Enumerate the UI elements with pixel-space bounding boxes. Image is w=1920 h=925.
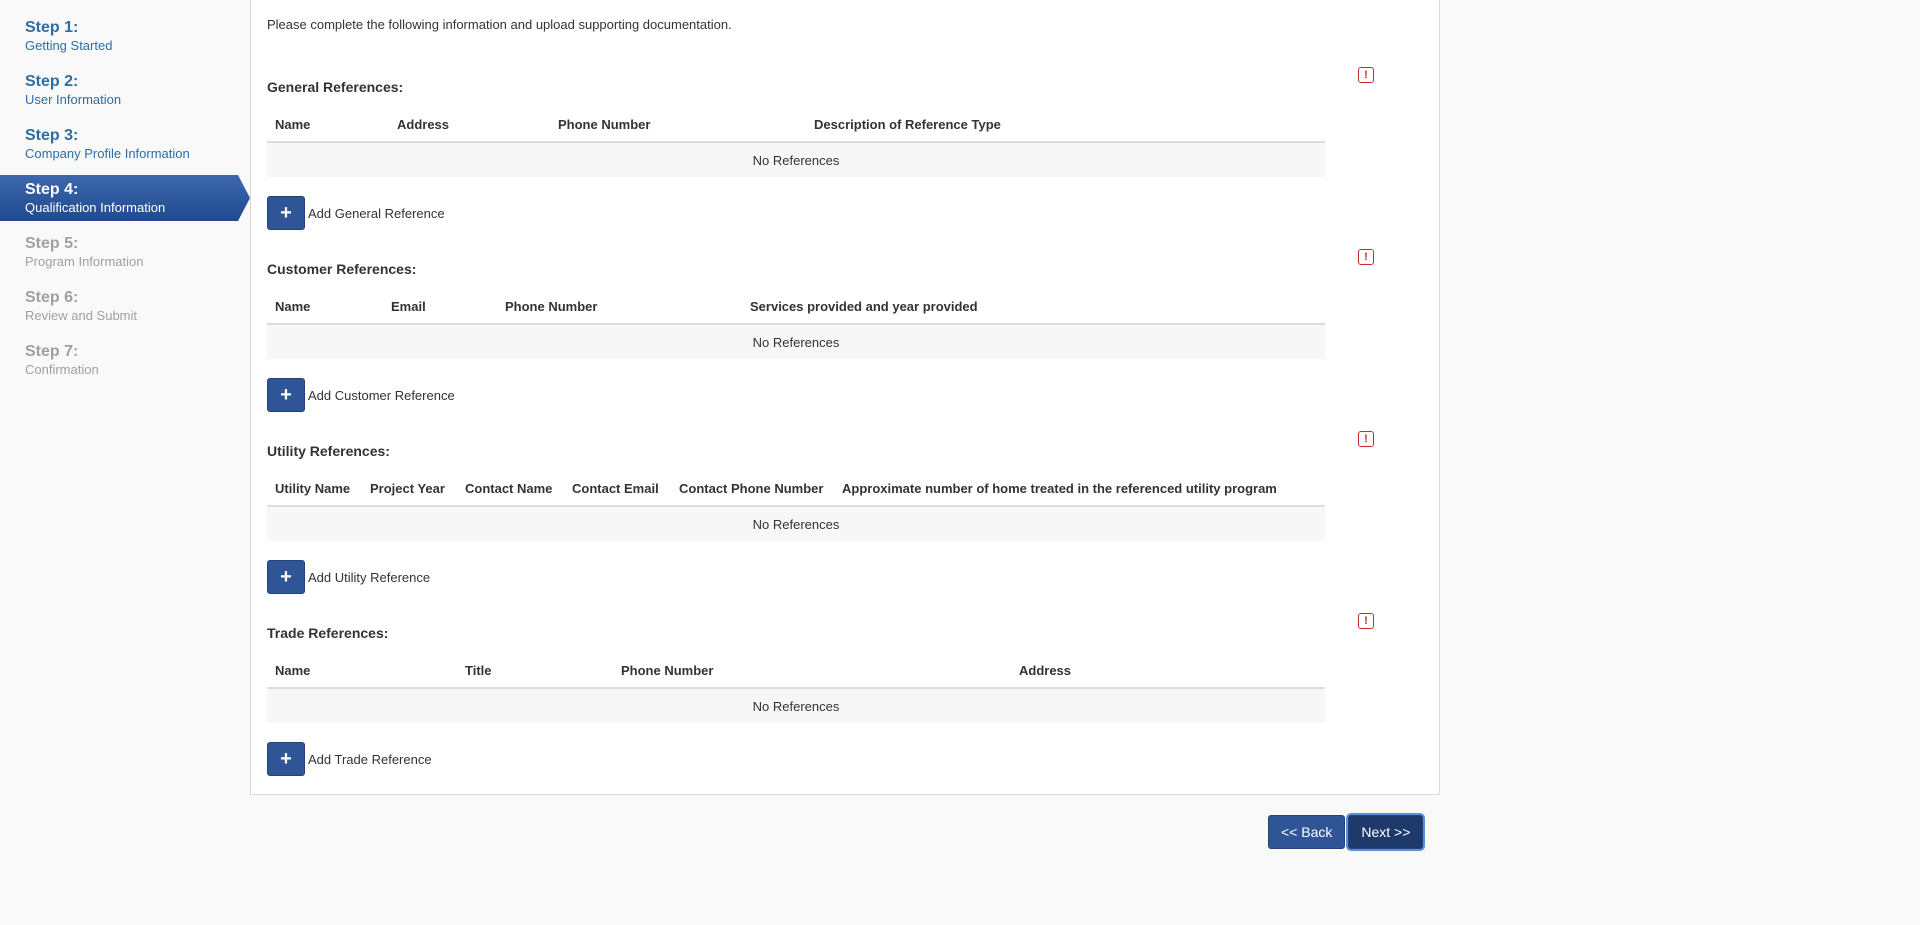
alert-icon[interactable]: ! — [1358, 249, 1374, 265]
step-nav: Step 1: Getting Started Step 2: User Inf… — [0, 0, 250, 378]
utility-references-section: ! Utility References: Utility Name Proje… — [267, 431, 1374, 594]
column-header: Services provided and year provided — [742, 289, 1325, 325]
empty-row: No References — [267, 324, 1325, 359]
column-header: Name — [267, 653, 457, 689]
alert-icon[interactable]: ! — [1358, 613, 1374, 629]
section-title: Trade References: — [267, 625, 389, 641]
step-label: Review and Submit — [25, 308, 137, 323]
column-header: Name — [267, 289, 383, 325]
step-6: Step 6: Review and Submit — [0, 270, 250, 324]
plus-icon[interactable]: + — [267, 742, 305, 776]
step-number: Step 1: — [25, 19, 79, 36]
section-title: General References: — [267, 79, 404, 95]
column-header: Utility Name — [267, 471, 362, 507]
step-5: Step 5: Program Information — [0, 216, 250, 270]
add-label[interactable]: Add Utility Reference — [308, 570, 430, 585]
step-label: Company Profile Information — [25, 146, 190, 161]
add-label[interactable]: Add General Reference — [308, 206, 445, 221]
wizard-nav: << Back Next >> — [1268, 815, 1424, 849]
column-header: Address — [1011, 653, 1325, 689]
column-header: Title — [457, 653, 613, 689]
plus-icon[interactable]: + — [267, 378, 305, 412]
add-label[interactable]: Add Customer Reference — [308, 388, 455, 403]
general-references-section: ! General References: Name Address Phone… — [267, 67, 1374, 230]
add-utility-reference[interactable]: + Add Utility Reference — [267, 560, 1325, 594]
empty-row: No References — [267, 142, 1325, 177]
main-panel: Please complete the following informatio… — [250, 0, 1440, 795]
column-header: Approximate number of home treated in th… — [834, 471, 1325, 507]
plus-icon[interactable]: + — [267, 196, 305, 230]
step-label: User Information — [25, 92, 122, 107]
step-label: Qualification Information — [25, 200, 166, 215]
column-header: Phone Number — [613, 653, 1011, 689]
column-header: Address — [389, 107, 550, 143]
column-header: Contact Name — [457, 471, 564, 507]
step-2[interactable]: Step 2: User Information — [0, 54, 250, 108]
section-title: Utility References: — [267, 443, 390, 459]
column-header: Project Year — [362, 471, 457, 507]
back-button[interactable]: << Back — [1268, 815, 1346, 849]
step-label: Getting Started — [25, 38, 113, 53]
step-number: Step 6: — [25, 289, 79, 306]
intro-text: Please complete the following informatio… — [267, 17, 732, 32]
trade-references-section: ! Trade References: Name Title Phone Num… — [267, 613, 1374, 776]
step-number: Step 4: — [25, 181, 79, 198]
customer-references-table: Name Email Phone Number Services provide… — [267, 289, 1325, 359]
empty-row: No References — [267, 506, 1325, 541]
section-title: Customer References: — [267, 261, 417, 277]
step-label: Confirmation — [25, 362, 99, 377]
utility-references-table: Utility Name Project Year Contact Name C… — [267, 471, 1325, 541]
step-number: Step 5: — [25, 235, 79, 252]
empty-row: No References — [267, 688, 1325, 723]
add-general-reference[interactable]: + Add General Reference — [267, 196, 1325, 230]
next-button[interactable]: Next >> — [1348, 815, 1424, 849]
column-header: Contact Phone Number — [671, 471, 834, 507]
customer-references-section: ! Customer References: Name Email Phone … — [267, 249, 1374, 412]
step-7: Step 7: Confirmation — [0, 324, 250, 378]
add-trade-reference[interactable]: + Add Trade Reference — [267, 742, 1325, 776]
column-header: Phone Number — [497, 289, 742, 325]
column-header: Email — [383, 289, 497, 325]
alert-icon[interactable]: ! — [1358, 67, 1374, 83]
step-1[interactable]: Step 1: Getting Started — [0, 0, 250, 54]
general-references-table: Name Address Phone Number Description of… — [267, 107, 1325, 177]
trade-references-table: Name Title Phone Number Address No Refer… — [267, 653, 1325, 723]
step-number: Step 7: — [25, 343, 79, 360]
step-number: Step 2: — [25, 73, 79, 90]
plus-icon[interactable]: + — [267, 560, 305, 594]
column-header: Description of Reference Type — [806, 107, 1325, 143]
add-label[interactable]: Add Trade Reference — [308, 752, 432, 767]
column-header: Contact Email — [564, 471, 671, 507]
alert-icon[interactable]: ! — [1358, 431, 1374, 447]
step-number: Step 3: — [25, 127, 79, 144]
step-3[interactable]: Step 3: Company Profile Information — [0, 108, 250, 162]
add-customer-reference[interactable]: + Add Customer Reference — [267, 378, 1325, 412]
column-header: Phone Number — [550, 107, 806, 143]
step-label: Program Information — [25, 254, 144, 269]
step-4-active[interactable]: Step 4: Qualification Information — [0, 162, 250, 221]
column-header: Name — [267, 107, 389, 143]
